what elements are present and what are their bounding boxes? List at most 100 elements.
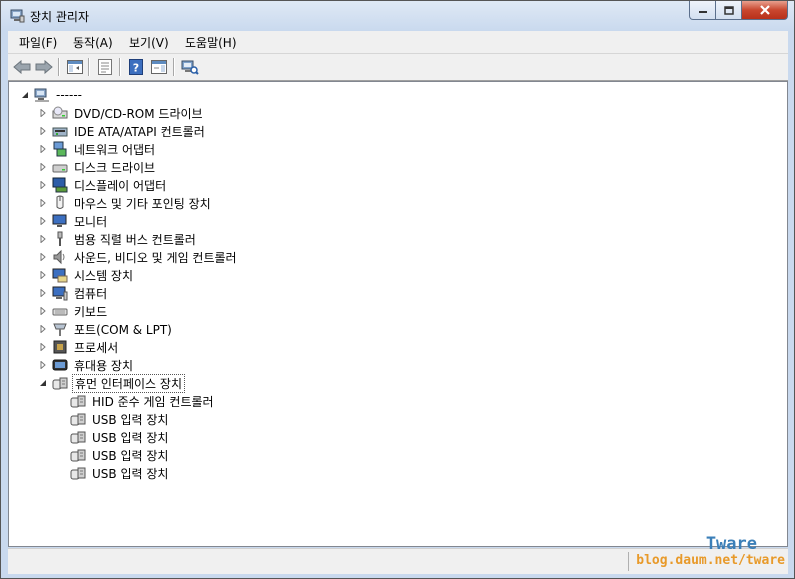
computer-root-icon [34, 87, 50, 103]
scan-hardware-icon [181, 60, 199, 75]
tree-category-item[interactable]: 디스플레이 어댑터 [38, 176, 168, 194]
tree-category-label: 시스템 장치 [74, 268, 134, 283]
tree-category-item[interactable]: 컴퓨터 [38, 284, 109, 302]
hid-device-icon [70, 411, 86, 427]
expand-arrow-icon[interactable] [38, 126, 48, 136]
tree-category-item[interactable]: 마우스 및 기타 포인팅 장치 [38, 194, 213, 212]
expand-arrow-icon[interactable] [38, 216, 48, 226]
tree-category-item[interactable]: 프로세서 [38, 338, 120, 356]
properties-icon [98, 59, 112, 75]
expand-arrow-icon[interactable] [38, 180, 48, 190]
expand-arrow-icon[interactable] [38, 342, 48, 352]
keyboard-icon [52, 303, 68, 319]
usb-controller-icon [52, 231, 68, 247]
dvd-drive-icon [52, 105, 68, 121]
hid-device-item[interactable]: USB 입력 장치 [70, 428, 170, 446]
close-icon [759, 5, 770, 15]
sound-icon [52, 249, 68, 265]
hid-device-icon [70, 429, 86, 445]
title-bar[interactable]: 장치 관리자 [1, 1, 794, 31]
watermark-url: blog.daum.net/tware [636, 553, 785, 568]
tree-category-label: 휴먼 인터페이스 장치 [72, 373, 185, 393]
tree-category-item[interactable]: 키보드 [38, 302, 109, 320]
tree-category-item[interactable]: 네트워크 어댑터 [38, 140, 157, 158]
expand-arrow-icon[interactable] [38, 306, 48, 316]
tree-root[interactable]: ------ [20, 86, 84, 104]
close-button[interactable] [742, 1, 788, 20]
tree-category-label: 마우스 및 기타 포인팅 장치 [74, 196, 211, 211]
computer-icon [52, 285, 68, 301]
tree-category-item[interactable]: 휴대용 장치 [38, 356, 135, 374]
maximize-button[interactable] [716, 1, 742, 20]
expand-arrow-icon[interactable] [38, 144, 48, 154]
show-action-pane-button[interactable] [149, 57, 169, 77]
back-button[interactable] [12, 57, 32, 77]
forward-arrow-icon [35, 60, 53, 74]
tree-category-item[interactable]: 모니터 [38, 212, 109, 230]
hid-device-icon [70, 393, 86, 409]
tree-category-item[interactable]: 디스크 드라이브 [38, 158, 157, 176]
maximize-icon [723, 5, 734, 15]
tree-category-label: 키보드 [74, 304, 108, 319]
collapse-arrow-icon[interactable] [38, 378, 48, 388]
window-title: 장치 관리자 [30, 10, 90, 24]
minimize-icon [698, 11, 707, 13]
tree-category-item[interactable]: IDE ATA/ATAPI 컨트롤러 [38, 122, 207, 140]
tree-category-item[interactable]: 포트(COM & LPT) [38, 320, 174, 338]
toolbar: ? [8, 54, 788, 81]
tree-category-label: 휴대용 장치 [74, 358, 134, 373]
hid-device-label: USB 입력 장치 [92, 466, 169, 481]
menu-file[interactable]: 파일(F) [19, 34, 57, 51]
svg-text:?: ? [133, 62, 139, 75]
collapse-arrow-icon[interactable] [20, 90, 30, 100]
scan-hardware-button[interactable] [180, 57, 200, 77]
hid-icon [52, 375, 68, 391]
system-device-icon [52, 267, 68, 283]
watermark-title: Tware [705, 534, 757, 554]
display-adapter-icon [52, 177, 68, 193]
menu-bar: 파일(F) 동작(A) 보기(V) 도움말(H) [8, 31, 788, 54]
properties-button[interactable] [95, 57, 115, 77]
minimize-button[interactable] [689, 1, 716, 20]
expand-arrow-icon[interactable] [38, 162, 48, 172]
hid-device-item[interactable]: HID 준수 게임 컨트롤러 [70, 392, 216, 410]
tree-category-item[interactable]: 사운드, 비디오 및 게임 컨트롤러 [38, 248, 239, 266]
expand-arrow-icon[interactable] [38, 324, 48, 334]
hid-device-item[interactable]: USB 입력 장치 [70, 410, 170, 428]
forward-button[interactable] [34, 57, 54, 77]
tree-category-label: IDE ATA/ATAPI 컨트롤러 [74, 124, 205, 139]
expand-arrow-icon[interactable] [38, 252, 48, 262]
expand-arrow-icon[interactable] [38, 360, 48, 370]
tree-category-item[interactable]: 휴먼 인터페이스 장치 [38, 373, 185, 393]
hid-device-icon [70, 465, 86, 481]
tree-category-label: 포트(COM & LPT) [74, 322, 172, 337]
expand-arrow-icon[interactable] [38, 198, 48, 208]
device-tree[interactable]: ------ DVD/CD-ROM 드라이브 IDE ATA/ATAPI 컨트롤러… [8, 81, 788, 547]
tree-category-label: DVD/CD-ROM 드라이브 [74, 106, 203, 121]
processor-icon [52, 339, 68, 355]
help-button[interactable]: ? [126, 57, 146, 77]
hid-device-item[interactable]: USB 입력 장치 [70, 464, 170, 482]
help-icon: ? [129, 59, 143, 75]
portable-device-icon [52, 357, 68, 373]
menu-action[interactable]: 동작(A) [73, 34, 113, 51]
expand-arrow-icon[interactable] [38, 288, 48, 298]
disk-drive-icon [52, 159, 68, 175]
menu-view[interactable]: 보기(V) [129, 34, 169, 51]
expand-arrow-icon[interactable] [38, 270, 48, 280]
expand-arrow-icon[interactable] [38, 108, 48, 118]
back-arrow-icon [13, 60, 31, 74]
tree-category-label: 범용 직렬 버스 컨트롤러 [74, 232, 196, 247]
hid-device-item[interactable]: USB 입력 장치 [70, 446, 170, 464]
tree-category-label: 디스크 드라이브 [74, 160, 156, 175]
expand-arrow-icon[interactable] [38, 234, 48, 244]
tree-category-item[interactable]: 시스템 장치 [38, 266, 135, 284]
tree-category-label: 디스플레이 어댑터 [74, 178, 167, 193]
tree-category-label: 프로세서 [74, 340, 119, 355]
tree-category-item[interactable]: DVD/CD-ROM 드라이브 [38, 104, 205, 122]
hid-device-label: USB 입력 장치 [92, 412, 169, 427]
show-hide-console-tree-button[interactable] [65, 57, 85, 77]
tree-category-item[interactable]: 범용 직렬 버스 컨트롤러 [38, 230, 198, 248]
menu-help[interactable]: 도움말(H) [185, 34, 237, 51]
tree-category-label: 네트워크 어댑터 [74, 142, 156, 157]
